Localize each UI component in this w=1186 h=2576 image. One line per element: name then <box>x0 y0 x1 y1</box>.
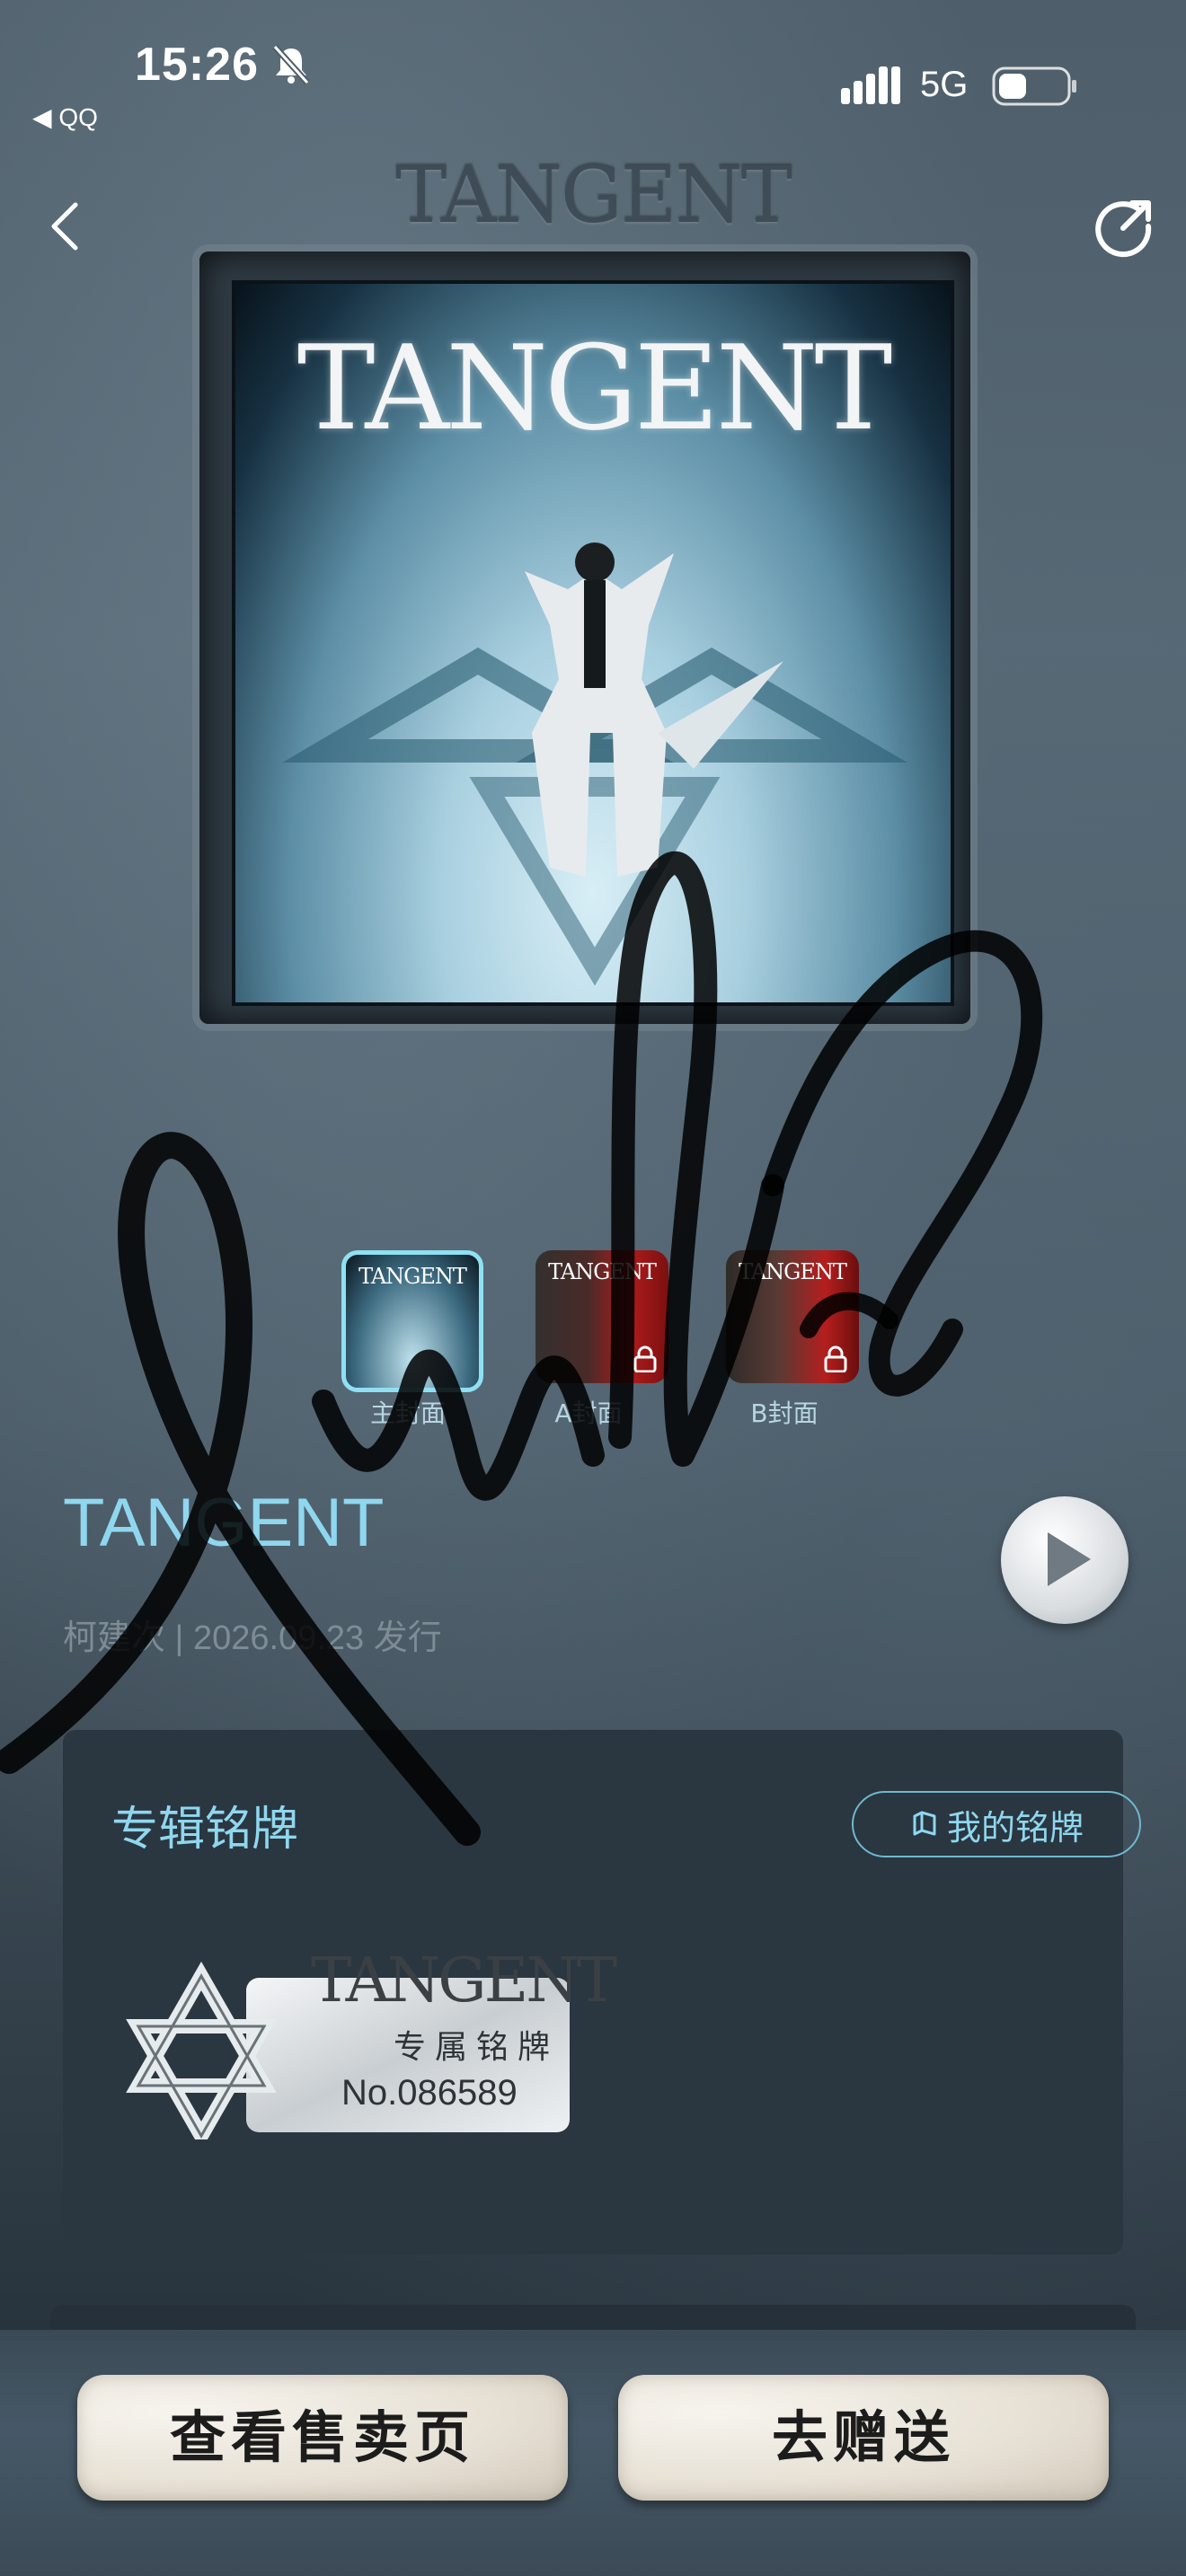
lock-icon <box>633 1345 657 1372</box>
nameplate-heading: 专辑铭牌 <box>111 1803 299 1857</box>
cover-option-thumb-text: TANGENT <box>739 1259 847 1284</box>
gift-button[interactable]: 去赠送 <box>618 2375 1109 2501</box>
network-type: 5G <box>920 65 969 104</box>
badge-number: No.086589 <box>341 2073 518 2113</box>
play-icon <box>1048 1532 1091 1586</box>
play-button[interactable] <box>1001 1496 1128 1624</box>
nameplate-icon <box>913 1811 936 1836</box>
cover-option-main[interactable]: TANGENT <box>341 1250 483 1392</box>
nameplate-card: 专辑铭牌 我的铭牌 TANGENT 专属铭牌 No.086589 <box>63 1730 1141 2254</box>
back-to-app-link[interactable]: ◀ QQ <box>32 102 98 132</box>
badge-subtitle: 专属铭牌 <box>394 2029 560 2066</box>
cover-option-label-main: 主封面 <box>369 1398 446 1428</box>
my-nameplate-button[interactable]: 我的铭牌 <box>852 1791 1141 1857</box>
cover-option-thumb-text: TANGENT <box>548 1259 657 1284</box>
nameplate-badge: TANGENT 专属铭牌 No.086589 <box>111 1945 617 2139</box>
cover-option-b[interactable]: TANGENT <box>726 1250 859 1383</box>
cover-title: TANGENT <box>296 320 892 456</box>
badge-title: TANGENT <box>311 1945 617 2016</box>
share-icon[interactable] <box>1093 196 1155 259</box>
bell-muted-icon <box>272 44 310 85</box>
album-title: TANGENT <box>63 1485 385 1561</box>
album-cover: TANGENT <box>235 284 951 1002</box>
lock-icon <box>824 1345 847 1372</box>
album-meta: 柯建次 | 2026.09.23 发行 <box>63 1619 442 1657</box>
status-time: 15:26 <box>135 39 259 91</box>
cover-option-label-a: A封面 <box>554 1398 623 1428</box>
battery-icon <box>992 66 1076 106</box>
cover-option-label-b: B封面 <box>750 1398 819 1428</box>
view-sale-page-button[interactable]: 查看售卖页 <box>77 2375 568 2501</box>
signal-icon <box>841 66 900 104</box>
bottom-action-bar: 查看售卖页 去赠送 <box>0 2330 1186 2576</box>
my-nameplate-label: 我的铭牌 <box>946 1807 1084 1848</box>
page-title: TANGENT <box>394 151 792 241</box>
cover-option-a[interactable]: TANGENT <box>535 1250 668 1383</box>
cover-option-thumb-text: TANGENT <box>358 1264 467 1289</box>
